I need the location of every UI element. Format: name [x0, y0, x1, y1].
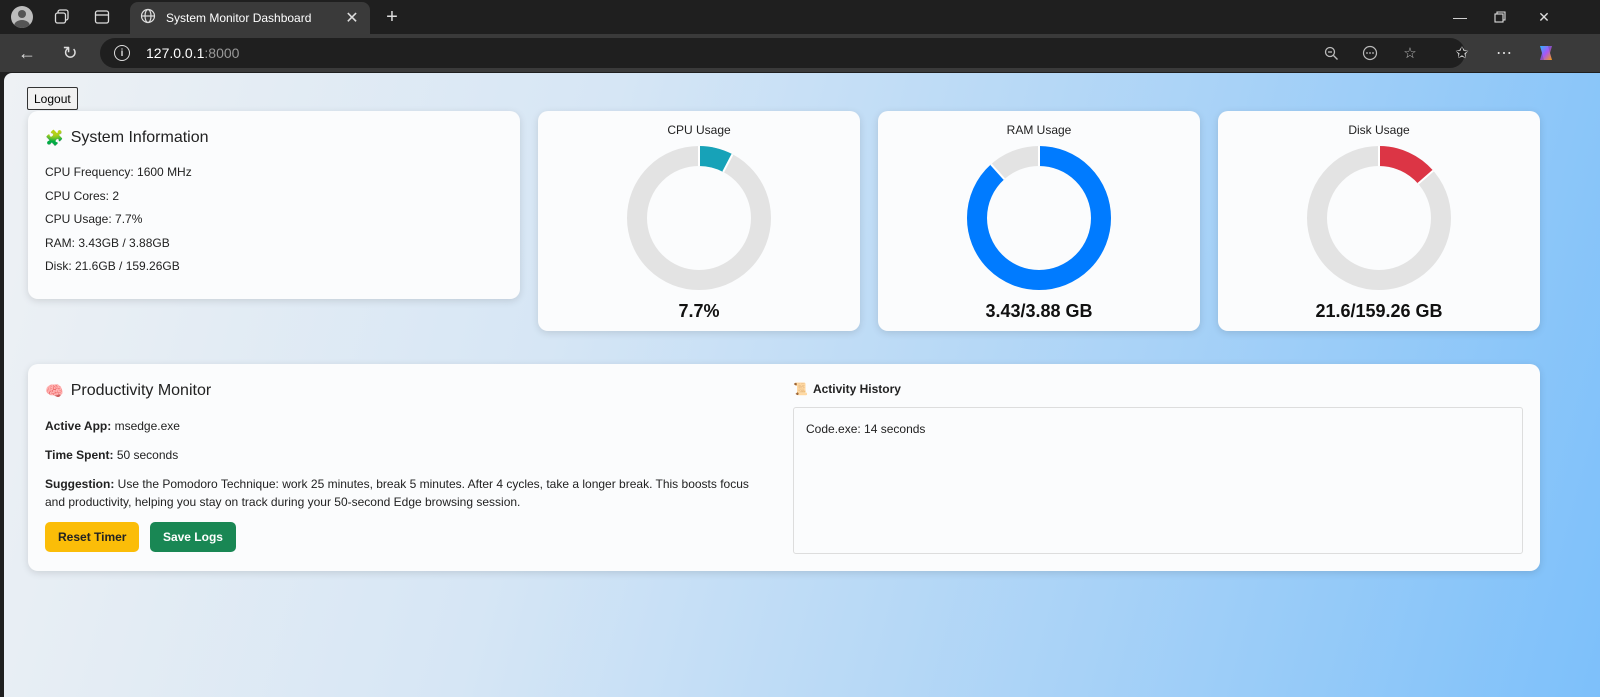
cpu-cores-text: CPU Cores: 2 — [45, 188, 120, 203]
productivity-monitor-title: 🧠 Productivity Monitor — [45, 382, 212, 400]
activity-history-log[interactable]: Code.exe: 14 seconds — [793, 407, 1523, 554]
read-aloud-icon[interactable] — [1358, 41, 1382, 65]
copilot-icon[interactable] — [1534, 41, 1558, 65]
address-bar-row: ← ↻ i 127.0.0.1:8000 ☆ ✩ ⋯ — [0, 34, 1600, 72]
cpu-usage-text: CPU Usage: 7.7% — [45, 212, 143, 226]
history-entry: Code.exe: 14 seconds — [806, 422, 926, 436]
ram-usage-card: RAM Usage 3.43/3.88 GB — [878, 111, 1200, 331]
browser-tab-active[interactable]: System Monitor Dashboard ✕ — [130, 2, 370, 34]
active-app-line: Active App: msedge.exe — [45, 419, 180, 433]
ram-usage-value: 3.43/3.88 GB — [985, 301, 1093, 321]
ram-usage-title: RAM Usage — [1006, 123, 1072, 137]
reset-timer-button[interactable]: Reset Timer — [45, 522, 140, 552]
disk-usage-title: Disk Usage — [1348, 123, 1410, 137]
time-spent-line: Time Spent: 50 seconds — [45, 448, 179, 462]
favorite-star-icon[interactable]: ☆ — [1398, 41, 1422, 65]
disk-usage-value: 21.6/159.26 GB — [1315, 301, 1443, 321]
disk-usage-card: Disk Usage 21.6/159.26 GB — [1218, 111, 1540, 331]
new-tab-icon[interactable]: + — [380, 5, 404, 29]
productivity-actions: Reset Timer Save Logs — [45, 522, 765, 552]
ram-usage-donut — [967, 146, 1111, 290]
tab-title: System Monitor Dashboard — [166, 11, 312, 25]
close-tab-icon[interactable]: ✕ — [344, 8, 360, 28]
activity-history-title: 📜 Activity History — [793, 382, 901, 396]
page-viewport: Logout 🧩 System Information CPU Frequenc… — [4, 73, 1600, 697]
ram-text: RAM: 3.43GB / 3.88GB — [45, 235, 170, 250]
disk-text: Disk: 21.6GB / 159.26GB — [45, 259, 180, 273]
system-information-title: 🧩 System Information — [45, 129, 209, 147]
logout-button[interactable]: Logout — [27, 87, 78, 110]
back-arrow-icon[interactable]: ← — [15, 41, 39, 65]
url-text: 127.0.0.1:8000 — [146, 45, 240, 61]
globe-icon — [140, 8, 156, 29]
productivity-monitor-card: 🧠 Productivity Monitor Active App: msedg… — [28, 364, 1540, 571]
donut-track — [627, 146, 771, 290]
close-window-icon[interactable]: ✕ — [1532, 5, 1556, 29]
address-bar[interactable]: i 127.0.0.1:8000 ☆ — [100, 38, 1465, 68]
zoom-out-icon[interactable] — [1319, 41, 1343, 65]
activity-history-section: 📜 Activity History Code.exe: 14 seconds — [793, 382, 1523, 554]
cpu-frequency-text: CPU Frequency: 1600 MHz — [45, 165, 192, 179]
puzzle-piece-icon: 🧩 — [45, 130, 64, 147]
refresh-icon[interactable]: ↻ — [58, 41, 82, 65]
more-options-icon[interactable]: ⋯ — [1492, 41, 1516, 65]
donut-usage-arc — [967, 146, 1111, 290]
scroll-icon: 📜 — [793, 382, 808, 396]
restore-icon[interactable] — [1488, 5, 1512, 29]
suggestion-text: Use the Pomodoro Technique: work 25 minu… — [45, 477, 749, 509]
disk-usage-donut — [1307, 146, 1451, 290]
brain-icon: 🧠 — [45, 383, 64, 400]
workspaces-icon[interactable] — [50, 5, 74, 29]
productivity-details: 🧠 Productivity Monitor Active App: msedg… — [45, 382, 765, 552]
system-information-card: 🧩 System Information CPU Frequency: 1600… — [28, 111, 520, 299]
cpu-usage-title: CPU Usage — [667, 123, 731, 137]
time-spent-value: 50 seconds — [116, 448, 179, 462]
cpu-usage-value: 7.7% — [678, 301, 720, 321]
profile-avatar-icon[interactable] — [10, 5, 34, 29]
suggestion-line: Suggestion: Use the Pomodoro Technique: … — [45, 477, 749, 509]
minimize-icon[interactable]: — — [1448, 5, 1472, 29]
favorites-icon[interactable]: ✩ — [1450, 41, 1474, 65]
active-app-value: msedge.exe — [114, 419, 180, 433]
browser-tab-bar: System Monitor Dashboard ✕ + — ✕ — [0, 0, 1600, 34]
cpu-usage-card: CPU Usage 7.7% — [538, 111, 860, 331]
cpu-usage-donut — [627, 146, 771, 290]
save-logs-button[interactable]: Save Logs — [149, 522, 236, 552]
site-info-icon[interactable]: i — [114, 45, 130, 61]
vertical-tabs-icon[interactable] — [90, 5, 114, 29]
